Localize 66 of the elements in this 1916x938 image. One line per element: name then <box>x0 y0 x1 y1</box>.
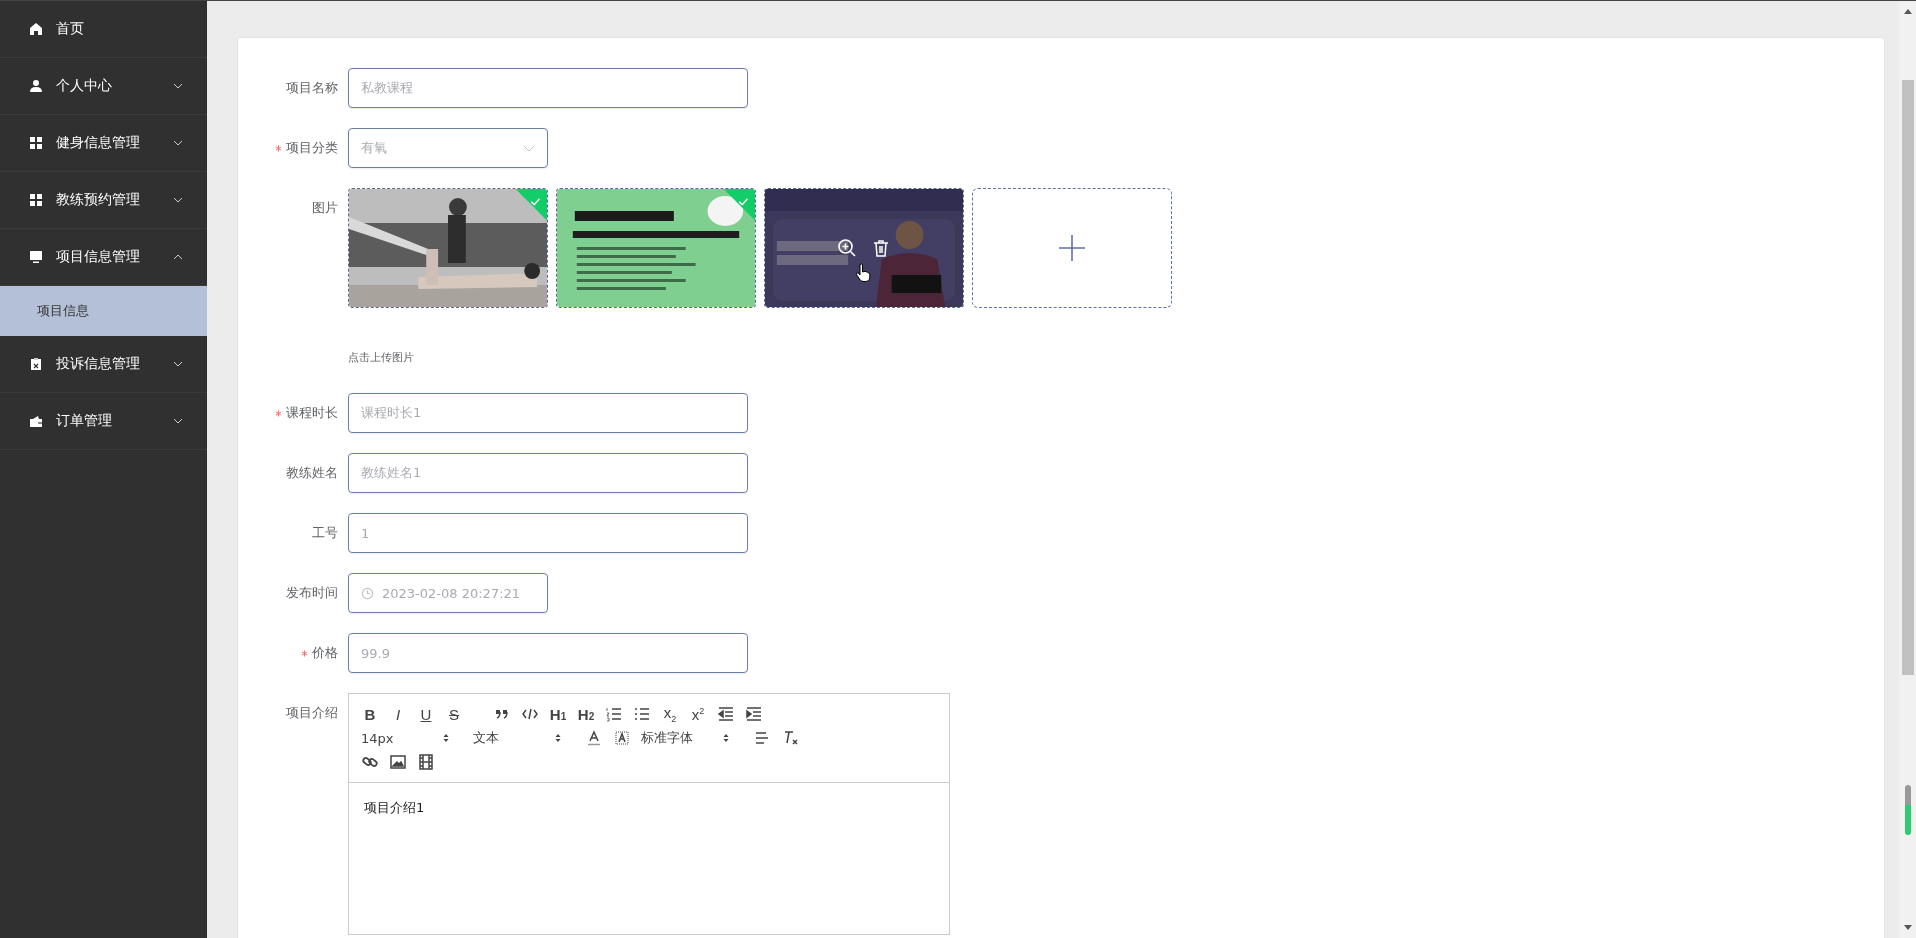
plus-icon <box>1058 234 1086 262</box>
scroll-up-icon[interactable] <box>1903 9 1912 14</box>
bold-button[interactable]: B <box>361 705 379 723</box>
nav-item[interactable]: 健身信息管理 <box>0 115 207 172</box>
color-icon[interactable] <box>585 729 603 747</box>
up-down-arrows-icon <box>723 733 729 743</box>
script-button[interactable]: x$_{2}$ <box>661 704 679 724</box>
grid-icon <box>29 136 43 150</box>
zoom-in-icon[interactable] <box>837 238 857 258</box>
field-label: 项目分类 <box>286 139 338 157</box>
italic-button[interactable]: I <box>389 705 407 723</box>
ul-icon[interactable] <box>633 705 651 723</box>
nav-label: 个人中心 <box>56 77 113 95</box>
field-label: 项目介绍 <box>286 704 338 722</box>
toolbar-select[interactable]: 14px <box>361 730 449 746</box>
scrollbar[interactable] <box>1899 1 1916 938</box>
delete-icon[interactable] <box>871 238 891 258</box>
up-down-arrows-icon <box>555 733 561 743</box>
nav-label: 投诉信息管理 <box>56 355 141 373</box>
toolbar-select[interactable]: 标准字体 <box>641 729 729 747</box>
field-label: 图片 <box>312 199 338 217</box>
nav-item[interactable]: 投诉信息管理 <box>0 336 207 393</box>
field-label: 发布时间 <box>286 584 338 602</box>
nav-item[interactable]: 个人中心 <box>0 58 207 115</box>
nav-item[interactable]: 首页 <box>0 1 207 58</box>
hand-cursor-icon <box>855 263 871 283</box>
field-label: 课程时长 <box>286 404 338 422</box>
script-button[interactable]: x$^{2}$ <box>689 705 707 723</box>
nav-item[interactable]: 教练预约管理 <box>0 172 207 229</box>
background-icon[interactable] <box>613 729 631 747</box>
person-icon <box>29 79 43 93</box>
underline-button[interactable]: U <box>417 705 435 723</box>
field-label: 价格 <box>312 644 338 662</box>
indent-icon[interactable] <box>745 705 763 723</box>
wallet-icon <box>29 414 43 428</box>
caret-icon <box>523 144 535 152</box>
field-label: 工号 <box>312 524 338 542</box>
monitor-icon <box>29 250 43 264</box>
outdent-icon[interactable] <box>717 705 735 723</box>
nav-label: 首页 <box>56 20 85 38</box>
scroll-down-icon[interactable] <box>1903 925 1912 930</box>
grid-icon <box>29 193 43 207</box>
clipboard-icon <box>29 357 43 371</box>
toolbar-select[interactable]: 文本 <box>473 729 561 747</box>
scroll-indicator-icon <box>1904 785 1911 835</box>
field-label: 项目名称 <box>286 79 338 97</box>
header-button[interactable]: H2 <box>577 705 595 723</box>
nav-label: 项目信息管理 <box>56 248 141 266</box>
nav-sub-item[interactable]: 项目信息 <box>0 286 207 336</box>
field-label: 教练姓名 <box>286 464 338 482</box>
up-down-arrows-icon <box>443 733 449 743</box>
upload-hint: 点击上传图片 <box>348 350 415 365</box>
home-icon <box>29 22 43 36</box>
nav-label: 教练预约管理 <box>56 191 141 209</box>
editor-text: 项目介绍1 <box>364 800 425 815</box>
align-icon[interactable] <box>753 729 771 747</box>
video-icon[interactable] <box>417 753 435 771</box>
strikethrough-button[interactable]: S <box>445 705 463 723</box>
clock-icon <box>361 586 374 600</box>
nav-item[interactable]: 订单管理 <box>0 393 207 450</box>
ol-icon[interactable] <box>605 705 623 723</box>
nav-label: 订单管理 <box>56 412 113 430</box>
scrollbar-thumb[interactable] <box>1901 80 1914 675</box>
image-icon[interactable] <box>389 753 407 771</box>
header-button[interactable]: H1 <box>549 705 567 723</box>
nav-label: 健身信息管理 <box>56 134 141 152</box>
